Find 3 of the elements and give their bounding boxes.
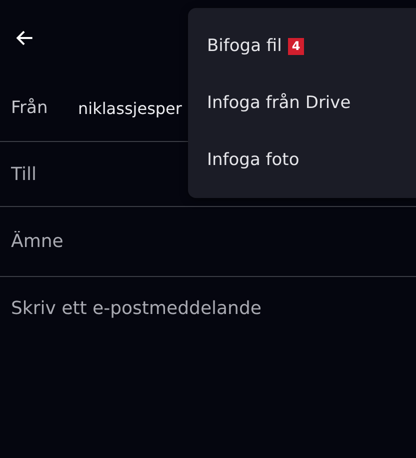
number-badge: 4 xyxy=(288,38,304,54)
from-label: Från xyxy=(11,98,49,118)
sender-address: niklassjesper xyxy=(78,98,182,118)
